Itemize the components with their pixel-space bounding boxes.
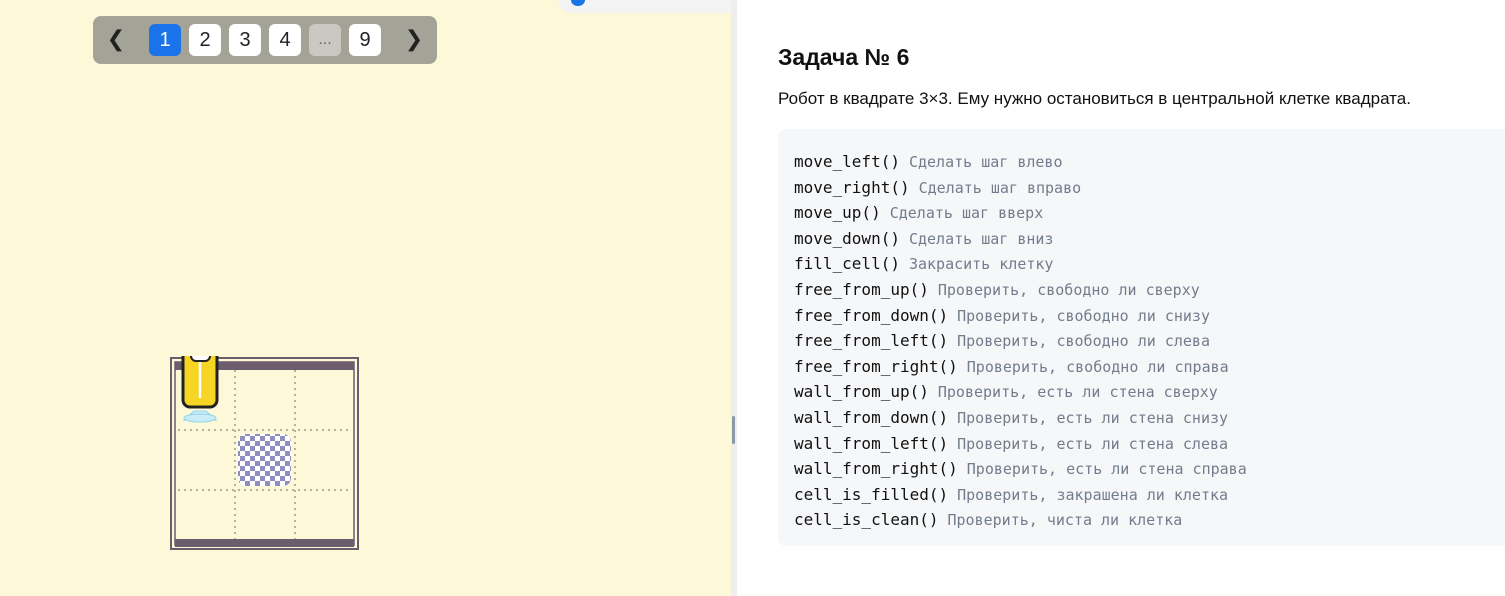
command-fn: fill_cell()	[794, 254, 900, 274]
command-comment: Проверить, есть ли стена снизу	[957, 408, 1229, 427]
command-comment: Сделать шаг вниз	[908, 229, 1054, 248]
command-comment: Сделать шаг влево	[908, 153, 1063, 171]
command-fn: wall_from_right()	[794, 459, 958, 479]
command-item: wall_from_down() Проверить, есть ли стена…	[794, 405, 1247, 431]
command-fn: move_up()	[794, 203, 881, 223]
command-comment: Проверить, есть ли стена слева	[957, 434, 1229, 453]
task-description: Робот в квадрате 3×3. Ему нужно останови…	[778, 89, 1411, 108]
command-comment: Проверить, есть ли стена справа	[966, 460, 1247, 479]
wall-bottom	[175, 539, 354, 547]
command-fn: wall_from_left()	[794, 433, 949, 453]
command-item: move_left() Сделать шаг влево	[794, 149, 1247, 175]
robot-board	[170, 356, 359, 550]
command-comment: Проверить, есть ли стена сверху	[937, 383, 1218, 402]
next-page-button[interactable]: ❯	[402, 28, 426, 52]
command-item: move_down() Сделать шаг вниз	[794, 226, 1247, 252]
command-item: free_from_down() Проверить, свободно ли с…	[794, 303, 1247, 329]
task-title: Задача № 6	[778, 44, 910, 70]
robot-icon	[181, 356, 219, 423]
task-pager: ❮ 1 2 3 4 ... 9 ❯	[93, 16, 437, 64]
prev-page-button[interactable]: ❮	[104, 28, 128, 52]
command-comment: Проверить, закрашена ли клетка	[957, 485, 1229, 504]
command-item: move_up() Сделать шаг вверх	[794, 200, 1247, 226]
command-comment: Проверить, свободно ли снизу	[957, 306, 1210, 325]
command-fn: free_from_up()	[794, 279, 929, 299]
top-toolbar-pill[interactable]	[558, 0, 731, 13]
commands-reference: move_left() Сделать шаг влево move_right(…	[778, 129, 1505, 546]
command-fn: free_from_left()	[794, 331, 949, 351]
command-comment: Сделать шаг вверх	[889, 204, 1044, 223]
command-item: free_from_up() Проверить, свободно ли све…	[794, 277, 1247, 303]
chevron-left-icon: ❮	[106, 27, 126, 52]
task-canvas: ❮ 1 2 3 4 ... 9 ❯	[0, 0, 731, 596]
page-button-9[interactable]: 9	[349, 24, 381, 56]
command-comment: Закрасить клетку	[908, 255, 1054, 274]
command-item: free_from_right() Проверить, свободно ли …	[794, 354, 1247, 380]
command-item: wall_from_left() Проверить, есть ли стена…	[794, 431, 1247, 457]
commands-list: move_left() Сделать шаг влево move_right(…	[794, 149, 1247, 533]
page-button-1[interactable]: 1	[149, 24, 181, 56]
command-item: cell_is_clean() Проверить, чиста ли клетк…	[794, 507, 1247, 533]
command-comment: Проверить, свободно ли сверху	[937, 280, 1200, 299]
page-button-4[interactable]: 4	[269, 24, 301, 56]
splitter-handle[interactable]	[732, 416, 735, 444]
command-fn: wall_from_down()	[794, 407, 949, 427]
target-cell	[238, 434, 291, 486]
command-comment: Проверить, свободно ли справа	[966, 357, 1229, 376]
command-fn: move_right()	[794, 177, 910, 197]
task-description-panel: Задача № 6 Робот в квадрате 3×3. Ему нуж…	[737, 0, 1505, 596]
command-fn: move_down()	[794, 228, 900, 248]
command-item: cell_is_filled() Проверить, закрашена ли …	[794, 482, 1247, 508]
page-button-3[interactable]: 3	[229, 24, 261, 56]
status-dot-icon	[571, 0, 585, 6]
command-item: wall_from_right() Проверить, есть ли стен…	[794, 456, 1247, 482]
command-fn: wall_from_up()	[794, 382, 929, 402]
command-item: fill_cell() Закрасить клетку	[794, 251, 1247, 277]
command-fn: cell_is_clean()	[794, 510, 939, 530]
command-item: move_right() Сделать шаг вправо	[794, 175, 1247, 201]
command-fn: free_from_right()	[794, 356, 958, 376]
page-ellipsis: ...	[309, 24, 341, 56]
command-fn: cell_is_filled()	[794, 484, 949, 504]
page-button-2[interactable]: 2	[189, 24, 221, 56]
chevron-right-icon: ❯	[404, 27, 424, 52]
command-comment: Проверить, чиста ли клетка	[947, 511, 1183, 530]
command-comment: Проверить, свободно ли слева	[957, 332, 1210, 351]
command-fn: move_left()	[794, 152, 900, 171]
command-fn: free_from_down()	[794, 305, 949, 325]
command-comment: Сделать шаг вправо	[918, 178, 1082, 197]
command-item: wall_from_up() Проверить, есть ли стена с…	[794, 379, 1247, 405]
command-item: free_from_left() Проверить, свободно ли с…	[794, 328, 1247, 354]
